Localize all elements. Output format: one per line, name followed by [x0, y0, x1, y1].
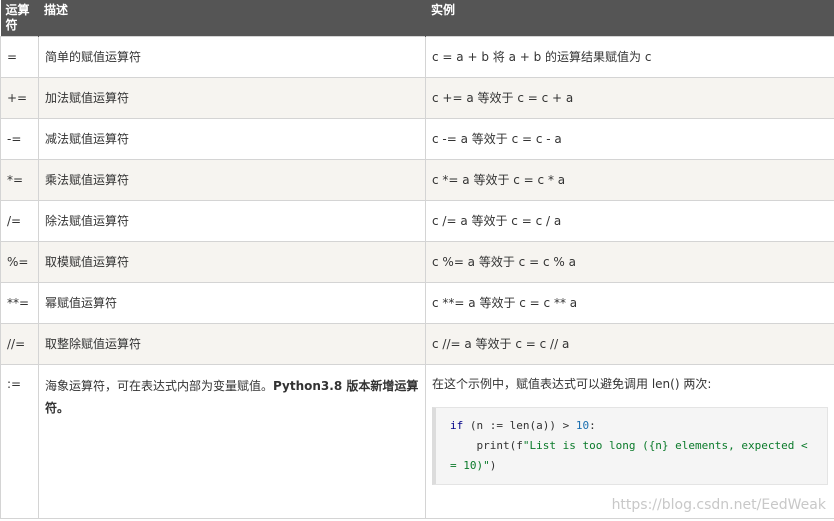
code-colon: : — [589, 419, 596, 432]
description-cell: 除法赋值运算符 — [38, 200, 426, 242]
watermark-url: https://blog.csdn.net/EedWeak — [611, 497, 826, 513]
example-cell: c **= a 等效于 c = c ** a — [425, 282, 834, 324]
header-example: 实例 — [425, 0, 834, 37]
code-print-call: print(f — [450, 439, 523, 452]
operator-cell: %= — [0, 241, 39, 283]
table-row: **= 幂赋值运算符 c **= a 等效于 c = c ** a — [0, 282, 834, 324]
description-cell: 取整除赋值运算符 — [38, 323, 426, 365]
example-cell: c //= a 等效于 c = c // a — [425, 323, 834, 365]
assignment-operators-table: 运算符 描述 实例 = 简单的赋值运算符 c = a + b 将 a + b 的… — [0, 0, 834, 519]
code-close-paren: ) — [489, 459, 497, 472]
operator-cell: := — [0, 364, 39, 519]
table-header-row: 运算符 描述 实例 — [0, 0, 834, 37]
example-cell: c = a + b 将 a + b 的运算结果赋值为 c — [425, 36, 834, 78]
description-cell: 幂赋值运算符 — [38, 282, 426, 324]
operator-cell: **= — [0, 282, 39, 324]
description-cell: 简单的赋值运算符 — [38, 36, 426, 78]
walrus-example-text: 在这个示例中，赋值表达式可以避免调用 len() 两次: — [432, 377, 712, 391]
description-cell: 乘法赋值运算符 — [38, 159, 426, 201]
example-cell: c += a 等效于 c = c + a — [425, 77, 834, 119]
operator-cell: /= — [0, 200, 39, 242]
table-row: += 加法赋值运算符 c += a 等效于 c = c + a — [0, 77, 834, 119]
operator-cell: += — [0, 77, 39, 119]
code-condition: (n := len(a)) > — [463, 419, 576, 432]
example-cell: 在这个示例中，赋值表达式可以避免调用 len() 两次: if (n := le… — [425, 364, 834, 519]
table-row: //= 取整除赋值运算符 c //= a 等效于 c = c // a — [0, 323, 834, 365]
description-cell: 取模赋值运算符 — [38, 241, 426, 283]
table-row: *= 乘法赋值运算符 c *= a 等效于 c = c * a — [0, 159, 834, 201]
operator-cell: *= — [0, 159, 39, 201]
code-keyword-if: if — [450, 419, 464, 432]
table-row: /= 除法赋值运算符 c /= a 等效于 c = c / a — [0, 200, 834, 242]
code-block: if (n := len(a)) > 10: print(f"List is t… — [432, 407, 828, 485]
table-row-walrus: := 海象运算符，可在表达式内部为变量赋值。Python3.8 版本新增运算符。… — [0, 364, 834, 519]
table-row: %= 取模赋值运算符 c %= a 等效于 c = c % a — [0, 241, 834, 283]
example-cell: c -= a 等效于 c = c - a — [425, 118, 834, 160]
table-row: -= 减法赋值运算符 c -= a 等效于 c = c - a — [0, 118, 834, 160]
operator-cell: = — [0, 36, 39, 78]
description-cell: 加法赋值运算符 — [38, 77, 426, 119]
operator-cell: //= — [0, 323, 39, 365]
description-cell: 减法赋值运算符 — [38, 118, 426, 160]
header-operator: 运算符 — [0, 0, 39, 37]
example-cell: c *= a 等效于 c = c * a — [425, 159, 834, 201]
header-description: 描述 — [38, 0, 426, 37]
description-cell: 海象运算符，可在表达式内部为变量赋值。Python3.8 版本新增运算符。 — [38, 364, 426, 519]
code-number: 10 — [575, 419, 590, 432]
operator-cell: -= — [0, 118, 39, 160]
example-cell: c /= a 等效于 c = c / a — [425, 200, 834, 242]
walrus-description: 海象运算符，可在表达式内部为变量赋值。 — [45, 379, 274, 393]
example-cell: c %= a 等效于 c = c % a — [425, 241, 834, 283]
table-row: = 简单的赋值运算符 c = a + b 将 a + b 的运算结果赋值为 c — [0, 36, 834, 78]
